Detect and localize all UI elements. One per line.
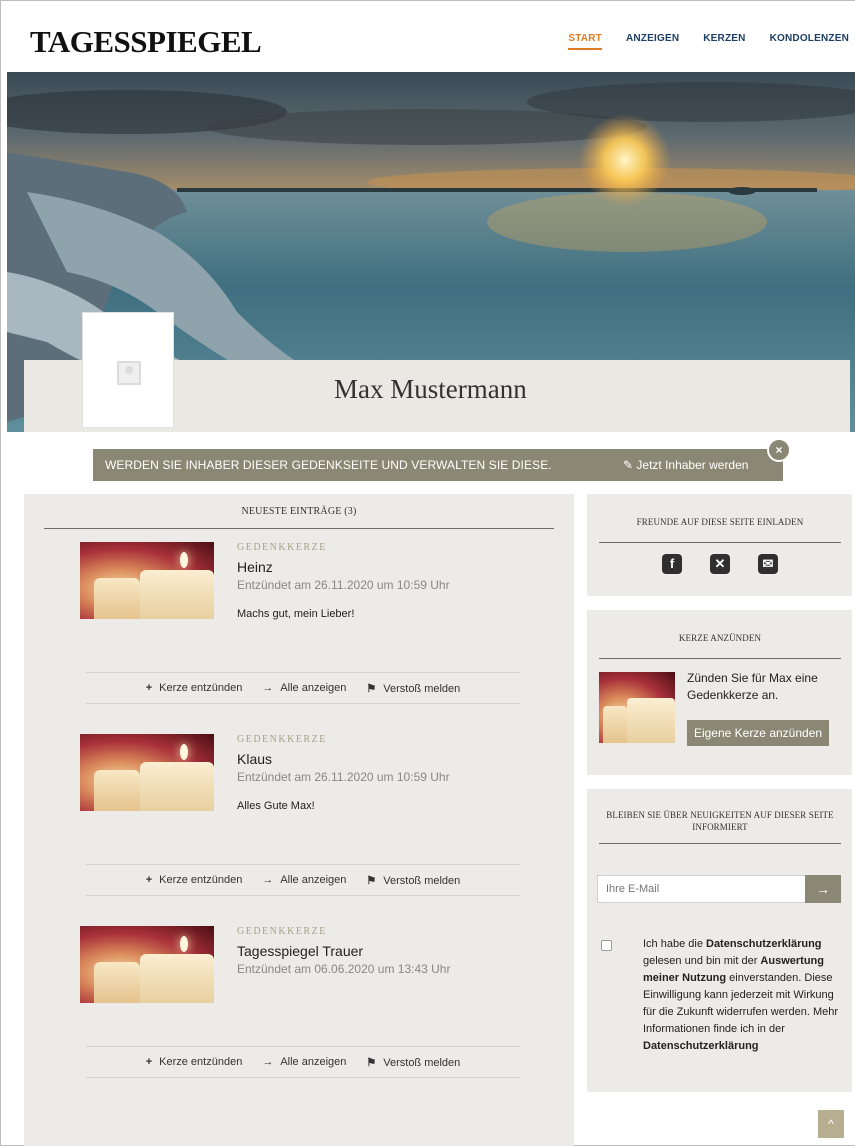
- owner-banner-text: WERDEN SIE INHABER DIESER GEDENKSEITE UN…: [105, 458, 552, 472]
- flag-icon: ⚑: [366, 682, 377, 695]
- entry-category: GEDENKKERZE: [237, 926, 327, 937]
- entry-category: GEDENKKERZE: [237, 542, 327, 553]
- flag-icon: ⚑: [366, 1056, 377, 1069]
- back-to-top-button[interactable]: ^: [818, 1110, 844, 1138]
- report-label: Verstoß melden: [383, 874, 461, 887]
- consent-part: Ich habe die: [643, 938, 706, 950]
- nav-kondolenzen[interactable]: KONDOLENZEN: [770, 33, 849, 50]
- become-owner-link[interactable]: ✎ Jetzt Inhaber werden: [623, 458, 748, 472]
- entry-date: Entzündet am 26.11.2020 um 10:59 Uhr: [237, 578, 450, 592]
- site-logo[interactable]: TAGESSPIEGEL: [30, 24, 262, 60]
- entry-author: Heinz: [237, 559, 273, 575]
- show-all-label: Alle anzeigen: [280, 1056, 347, 1068]
- entry-actions: + Kerze entzünden → Alle anzeigen ⚑ Verstoß…: [86, 672, 520, 704]
- newsletter-heading: BLEIBEN SIE ÜBER NEUIGKEITEN AUF DIESER …: [599, 809, 841, 844]
- invite-box: FREUNDE AUF DIESE SEITE EINLADEN f ✕ ✉: [587, 494, 852, 596]
- candle-image[interactable]: [80, 734, 214, 811]
- entry-actions: + Kerze entzünden → Alle anzeigen ⚑ Verstoß…: [86, 864, 520, 896]
- invite-heading: FREUNDE AUF DIESE SEITE EINLADEN: [599, 516, 841, 543]
- main-nav: START ANZEIGEN KERZEN KONDOLENZEN: [568, 33, 849, 50]
- entries-heading: NEUESTE EINTRÄGE (3): [44, 506, 554, 529]
- entry-message: Machs gut, mein Lieber!: [237, 608, 355, 620]
- plus-icon: +: [145, 1056, 153, 1068]
- arrow-right-icon: →: [262, 682, 274, 694]
- entry-actions: + Kerze entzünden → Alle anzeigen ⚑ Verstoß…: [86, 1046, 520, 1078]
- light-candle-link[interactable]: + Kerze entzünden: [146, 1056, 243, 1068]
- report-label: Verstoß melden: [383, 1056, 461, 1069]
- nav-start[interactable]: START: [568, 33, 602, 50]
- x-icon[interactable]: ✕: [710, 554, 730, 574]
- plus-icon: +: [145, 874, 153, 886]
- owner-banner: WERDEN SIE INHABER DIESER GEDENKSEITE UN…: [93, 449, 783, 481]
- light-candle-link[interactable]: + Kerze entzünden: [146, 874, 243, 886]
- entry-date: Entzündet am 06.06.2020 um 13:43 Uhr: [237, 962, 451, 976]
- report-label: Verstoß melden: [383, 682, 461, 695]
- light-candle-label: Kerze entzünden: [159, 682, 243, 694]
- entry-category: GEDENKKERZE: [237, 734, 327, 745]
- candle-prompt: Zünden Sie für Max eine Gedenkkerze an.: [687, 671, 818, 702]
- entry-date: Entzündet am 26.11.2020 um 10:59 Uhr: [237, 770, 450, 784]
- mail-icon[interactable]: ✉: [758, 554, 778, 574]
- show-all-link[interactable]: → Alle anzeigen: [262, 1056, 346, 1068]
- share-icons: f ✕ ✉: [662, 554, 778, 574]
- nav-anzeigen[interactable]: ANZEIGEN: [626, 33, 679, 50]
- light-candle-link[interactable]: + Kerze entzünden: [146, 682, 243, 694]
- show-all-label: Alle anzeigen: [280, 874, 347, 886]
- consent-part: gelesen und bin mit der: [643, 955, 761, 967]
- light-candle-label: Kerze entzünden: [159, 1056, 243, 1068]
- newsletter-box: BLEIBEN SIE ÜBER NEUIGKEITEN AUF DIESER …: [587, 789, 852, 1092]
- consent-text: Ich habe die Datenschutzerklärung gelese…: [643, 936, 843, 1055]
- report-link[interactable]: ⚑ Verstoß melden: [366, 1056, 460, 1069]
- chevron-up-icon: ^: [828, 1117, 834, 1131]
- show-all-label: Alle anzeigen: [280, 682, 347, 694]
- plus-icon: +: [145, 682, 153, 694]
- show-all-link[interactable]: → Alle anzeigen: [262, 874, 346, 886]
- light-own-candle-button[interactable]: Eigene Kerze anzünden: [687, 720, 829, 746]
- entry-author: Klaus: [237, 751, 273, 767]
- privacy-link[interactable]: Datenschutzerklärung: [706, 938, 822, 950]
- report-link[interactable]: ⚑ Verstoß melden: [366, 682, 460, 695]
- candle-image: [599, 672, 675, 743]
- profile-avatar: [82, 312, 174, 428]
- show-all-link[interactable]: → Alle anzeigen: [262, 682, 346, 694]
- deceased-name: Max Mustermann: [334, 374, 527, 404]
- flag-icon: ⚑: [366, 874, 377, 887]
- arrow-right-icon: →: [816, 881, 830, 897]
- entry-message: Alles Gute Max!: [237, 800, 315, 812]
- close-banner-button[interactable]: ×: [767, 438, 791, 462]
- privacy-link[interactable]: Datenschutzerklärung: [643, 1040, 759, 1052]
- become-owner-label: Jetzt Inhaber werden: [636, 458, 749, 472]
- light-candle-label: Kerze entzünden: [159, 874, 243, 886]
- facebook-icon[interactable]: f: [662, 554, 682, 574]
- entry-author: Tagesspiegel Trauer: [237, 943, 364, 959]
- person-placeholder-icon: [117, 361, 141, 385]
- candle-image[interactable]: [80, 542, 214, 619]
- nav-kerzen[interactable]: KERZEN: [703, 33, 745, 50]
- arrow-right-icon: →: [262, 874, 274, 886]
- email-input[interactable]: [597, 875, 815, 903]
- report-link[interactable]: ⚑ Verstoß melden: [366, 874, 460, 887]
- light-candle-box: KERZE ANZÜNDEN Zünden Sie für Max eine G…: [587, 610, 852, 775]
- arrow-right-icon: →: [262, 1056, 274, 1068]
- pencil-icon: ✎: [623, 458, 637, 472]
- entries-panel: NEUESTE EINTRÄGE (3) GEDENKKERZE Heinz E…: [24, 494, 574, 1146]
- candle-heading: KERZE ANZÜNDEN: [599, 632, 841, 659]
- consent-checkbox[interactable]: [601, 940, 612, 951]
- candle-image[interactable]: [80, 926, 214, 1003]
- submit-email-button[interactable]: →: [805, 875, 841, 903]
